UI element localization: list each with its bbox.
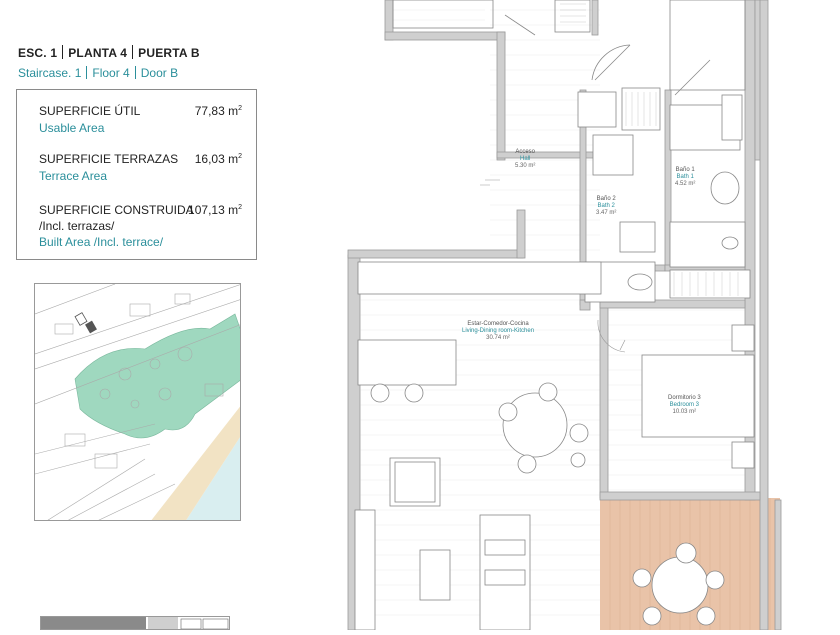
floor-label-en: Floor 4: [92, 66, 130, 80]
built-area-value: 107,13 m2: [188, 203, 242, 217]
floor-plan: Acceso Hall 5.30 m² Baño 1 Bath 1 4.52 m² Ba…: [330, 0, 840, 631]
floor-key-drawing: [41, 617, 229, 629]
divider: [134, 66, 136, 79]
divider: [132, 45, 134, 59]
usable-area-label-en: Usable Area: [39, 121, 105, 135]
room-label-bath1: Baño 1 Bath 1 4.52 m²: [675, 167, 696, 187]
room-label-hall: Acceso Hall 5.30 m²: [515, 149, 536, 169]
room-label-bedroom3: Dormitorio 3 Bedroom 3 10.03 m²: [668, 395, 701, 415]
built-area-label-2: /Incl. terrazas/: [39, 219, 115, 233]
floor-label: PLANTA 4: [68, 46, 128, 60]
divider: [86, 66, 88, 79]
terrace-area-label-en: Terrace Area: [39, 169, 108, 183]
unit-subheader: Staircase. 1 Floor 4 Door B: [18, 66, 178, 80]
area-summary-box: SUPERFICIE ÚTIL Usable Area 77,83 m2 SUP…: [16, 89, 257, 260]
location-map-drawing: [35, 284, 240, 520]
room-label-living: Estar-Comedor-Cocina Living-Dining room-K…: [462, 321, 535, 341]
built-area-label-en: Built Area /Incl. terrace/: [39, 235, 164, 249]
divider: [62, 45, 64, 59]
usable-area-row: SUPERFICIE ÚTIL Usable Area 77,83 m2: [39, 104, 242, 135]
location-map: [34, 283, 241, 521]
staircase-label-en: Staircase. 1: [18, 66, 82, 80]
terrace-area-row: SUPERFICIE TERRAZAS Terrace Area 16,03 m…: [39, 152, 242, 183]
built-area-row: SUPERFICIE CONSTRUIDA /Incl. terrazas/ B…: [39, 203, 242, 249]
unit-header: ESC. 1 PLANTA 4 PUERTA B: [18, 45, 200, 60]
floor-key-thumbnail: [40, 616, 230, 630]
door-label: PUERTA B: [138, 46, 200, 60]
staircase-label: ESC. 1: [18, 46, 58, 60]
room-label-bath2: Baño 2 Bath 2 3.47 m²: [596, 196, 617, 216]
usable-area-value: 77,83 m2: [194, 104, 242, 118]
floor-plan-drawing: [347, 0, 782, 631]
terrace-area-value: 16,03 m2: [194, 152, 242, 166]
door-label-en: Door B: [140, 66, 179, 80]
